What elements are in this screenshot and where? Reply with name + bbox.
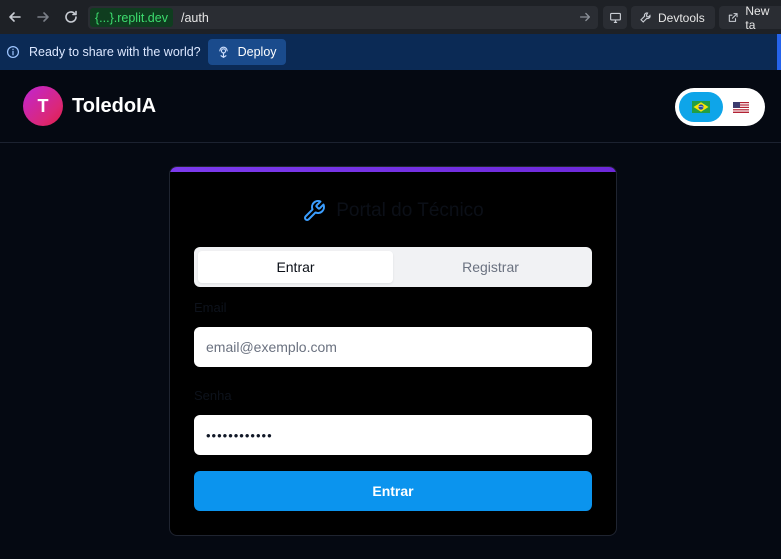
language-option-en-us[interactable]	[723, 92, 759, 122]
arrow-left-icon	[9, 12, 21, 22]
reload-icon	[65, 10, 77, 23]
monitor-icon	[609, 12, 621, 23]
card-accent-bar	[170, 167, 616, 172]
app-header: T ToledoIA	[0, 70, 781, 143]
screen-button[interactable]	[603, 6, 627, 29]
deploy-banner: Ready to share with the world? Deploy	[0, 34, 781, 70]
language-option-pt-br[interactable]	[679, 92, 723, 122]
tab-registrar[interactable]: Registrar	[393, 251, 588, 283]
deploy-message: Ready to share with the world?	[29, 45, 201, 59]
login-submit-button[interactable]: Entrar	[194, 471, 592, 511]
new-tab-label: New ta	[745, 3, 770, 32]
card-title-text: Portal do Técnico	[336, 200, 484, 221]
email-label: Email	[194, 300, 227, 315]
email-field[interactable]: email@exemplo.com	[194, 327, 592, 367]
auth-tabs: Entrar Registrar	[194, 247, 592, 287]
external-link-icon	[728, 13, 738, 22]
password-value: ••••••••••••	[206, 427, 273, 443]
browser-toolbar: {...}.replit.dev /auth Devtools New ta	[0, 0, 781, 34]
address-path: /auth	[180, 10, 209, 25]
app-name[interactable]: ToledoIA	[72, 95, 156, 118]
address-bar[interactable]: {...}.replit.dev /auth	[88, 6, 598, 29]
back-button[interactable]	[1, 3, 29, 31]
info-icon	[6, 45, 20, 59]
devtools-label: Devtools	[658, 10, 705, 25]
wrench-icon	[640, 12, 651, 23]
deploy-button[interactable]: Deploy	[207, 39, 286, 65]
password-field[interactable]: ••••••••••••	[194, 415, 592, 455]
brazil-flag-icon	[692, 101, 710, 113]
password-label: Senha	[194, 388, 232, 403]
devtools-button[interactable]: Devtools	[631, 6, 715, 29]
app-logo[interactable]: T	[23, 86, 63, 126]
reload-button[interactable]	[57, 3, 85, 31]
deploy-edge-marker	[777, 34, 781, 70]
address-domain: {...}.replit.dev	[90, 8, 173, 27]
language-toggle	[675, 88, 765, 126]
deploy-icon	[218, 46, 228, 58]
deploy-label: Deploy	[237, 45, 277, 59]
email-placeholder: email@exemplo.com	[206, 339, 337, 355]
tab-entrar[interactable]: Entrar	[198, 251, 393, 283]
login-card: Portal do Técnico Entrar Registrar Email…	[169, 166, 617, 536]
wrench-icon	[304, 200, 326, 221]
card-title: Portal do Técnico	[170, 199, 616, 223]
new-tab-button[interactable]: New ta	[719, 3, 781, 32]
usa-flag-icon	[733, 101, 749, 113]
forward-button[interactable]	[29, 3, 57, 31]
go-arrow-icon[interactable]	[578, 10, 592, 24]
arrow-right-icon	[37, 12, 49, 22]
logo-letter: T	[37, 95, 49, 116]
